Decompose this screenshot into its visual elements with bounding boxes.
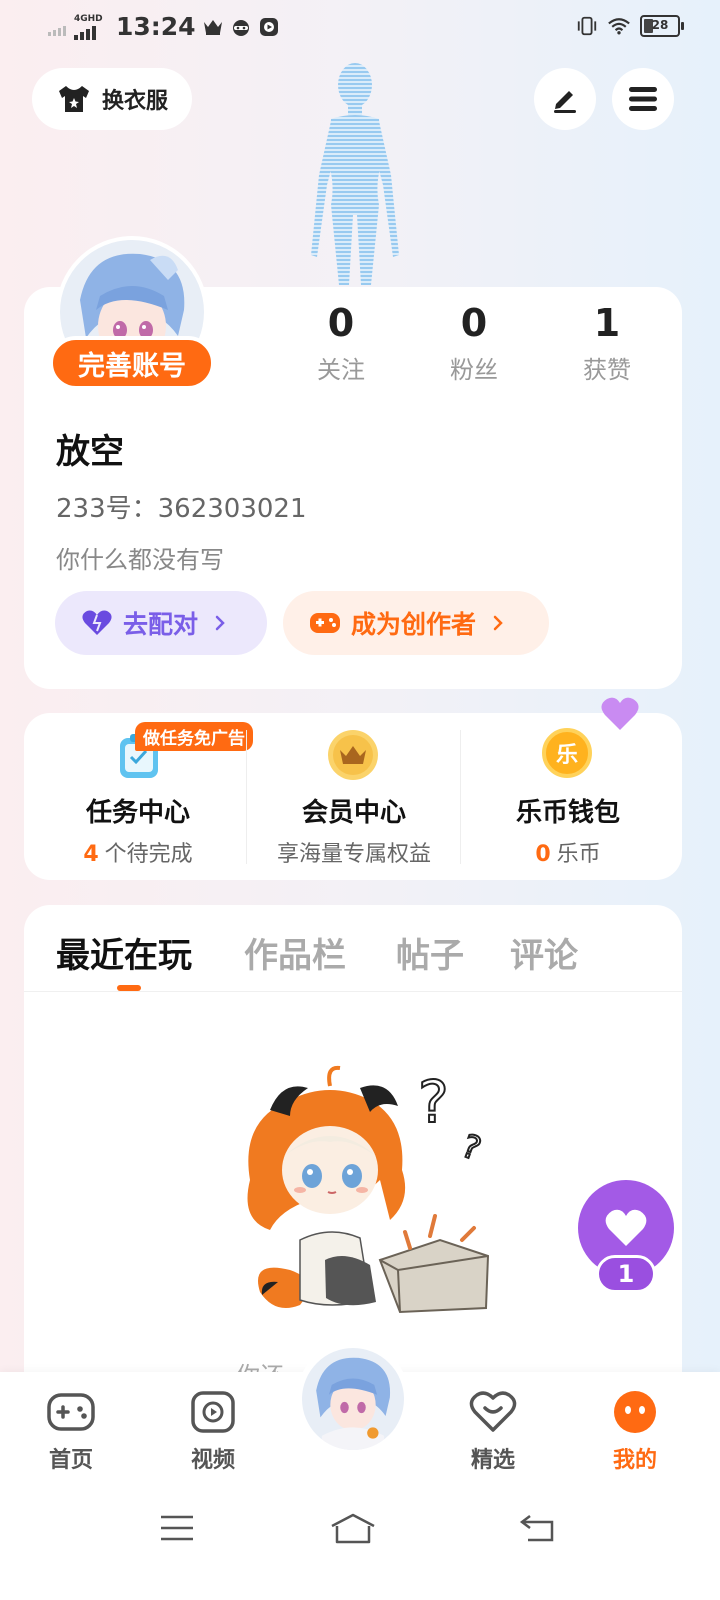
divider <box>24 991 682 992</box>
tab-recent-played[interactable]: 最近在玩 <box>56 928 192 977</box>
tab-posts[interactable]: 帖子 <box>396 928 464 977</box>
become-creator-button[interactable]: 成为创作者 <box>283 591 549 655</box>
following-label: 关注 <box>317 356 365 384</box>
recent-apps-button[interactable] <box>152 1510 202 1546</box>
member-center-sub: 享海量专属权益 <box>276 842 431 867</box>
nav-mine-label: 我的 <box>612 1448 657 1473</box>
nav-mine[interactable]: 我的 <box>590 1388 680 1474</box>
pen-icon <box>550 84 580 114</box>
change-outfit-button[interactable]: 换衣服 <box>32 68 192 130</box>
task-center-title: 任务中心 <box>85 798 190 828</box>
followers-count: 0 <box>460 301 488 345</box>
chevron-right-icon <box>214 614 226 632</box>
gamepad-icon <box>309 610 341 636</box>
svg-text:?: ? <box>457 1127 486 1169</box>
go-pair-label: 去配对 <box>123 610 199 639</box>
status-bar: 4GHD 13:24 28 <box>0 0 720 56</box>
pending-count: 4 <box>83 842 99 867</box>
become-creator-label: 成为创作者 <box>351 610 477 639</box>
empty-state-illustration: ? ? <box>230 1060 510 1320</box>
svg-text:?: ? <box>418 1068 449 1136</box>
face-icon <box>609 1388 661 1436</box>
coin-balance: 0 <box>535 842 551 867</box>
crown-coin-icon <box>326 728 380 782</box>
edit-profile-button[interactable] <box>534 68 596 130</box>
tab-works[interactable]: 作品栏 <box>244 928 346 977</box>
menu-lines-icon <box>159 1514 195 1542</box>
network-type: 4GHD <box>74 13 103 24</box>
home-button[interactable] <box>328 1510 378 1546</box>
following-count: 0 <box>327 301 355 345</box>
vibrate-icon <box>576 15 598 37</box>
nav-home-label: 首页 <box>48 1448 93 1473</box>
crown-icon <box>202 16 224 38</box>
task-center-sub: 4 个待完成 <box>28 836 248 868</box>
complete-account-button[interactable]: 完善账号 <box>49 336 215 390</box>
home-icon <box>329 1512 377 1544</box>
play-icon <box>258 16 280 38</box>
divider <box>460 730 461 864</box>
followers-label: 粉丝 <box>450 356 498 384</box>
user-bio: 你什么都没有写 <box>56 546 224 574</box>
chevron-right-icon <box>492 614 504 632</box>
likes-label: 获赞 <box>583 356 631 384</box>
coin-unit: 乐币 <box>556 842 601 867</box>
gamepad-icon <box>45 1388 97 1436</box>
ninja-icon <box>230 16 252 38</box>
signal-weak-icon <box>48 18 66 36</box>
user-id: 233号：362303021 <box>56 494 307 524</box>
small-heart-icon <box>600 696 640 736</box>
nav-center-avatar[interactable] <box>296 1342 410 1456</box>
stat-likes[interactable]: 1 获赞 <box>547 300 667 385</box>
back-button[interactable] <box>512 1510 562 1546</box>
back-icon <box>518 1513 556 1543</box>
shirt-icon <box>56 84 92 114</box>
stat-followers[interactable]: 0 粉丝 <box>414 300 534 385</box>
tab-comments[interactable]: 评论 <box>510 928 578 977</box>
nav-featured-label: 精选 <box>470 1448 515 1473</box>
heart-chat-icon <box>467 1388 519 1436</box>
clock: 13:24 <box>116 12 196 41</box>
pending-label: 个待完成 <box>104 842 193 867</box>
divider <box>246 730 247 864</box>
stat-following[interactable]: 0 关注 <box>281 300 401 385</box>
nav-video[interactable]: 视频 <box>168 1388 258 1474</box>
username: 放空 <box>56 432 124 472</box>
wallet-title: 乐币钱包 <box>515 798 620 828</box>
menu-button[interactable] <box>612 68 674 130</box>
member-center-title: 会员中心 <box>301 798 406 828</box>
heart-icon <box>81 609 113 637</box>
battery-level: 28 <box>651 18 669 32</box>
battery-icon: 28 <box>640 15 684 37</box>
heart-icon <box>604 1208 648 1248</box>
wallet-sub: 0 乐币 <box>458 836 678 868</box>
nav-featured[interactable]: 精选 <box>448 1388 538 1474</box>
menu-icon <box>628 86 658 112</box>
likes-count: 1 <box>593 301 621 345</box>
task-ad-free-badge: 做任务免广告 <box>135 722 253 751</box>
nav-home[interactable]: 首页 <box>26 1388 116 1474</box>
nav-video-label: 视频 <box>190 1448 235 1473</box>
go-pair-button[interactable]: 去配对 <box>55 591 267 655</box>
avatar <box>302 1348 404 1450</box>
wifi-icon <box>608 15 630 37</box>
change-outfit-label: 换衣服 <box>101 89 168 114</box>
floating-like-count: 1 <box>596 1255 656 1293</box>
cellular-signal-icon: 4GHD <box>72 14 106 40</box>
hologram-avatar-figure[interactable] <box>295 55 415 285</box>
coin-icon: 乐 <box>542 728 592 778</box>
coin-glyph: 乐 <box>555 743 578 768</box>
video-play-icon <box>187 1388 239 1436</box>
